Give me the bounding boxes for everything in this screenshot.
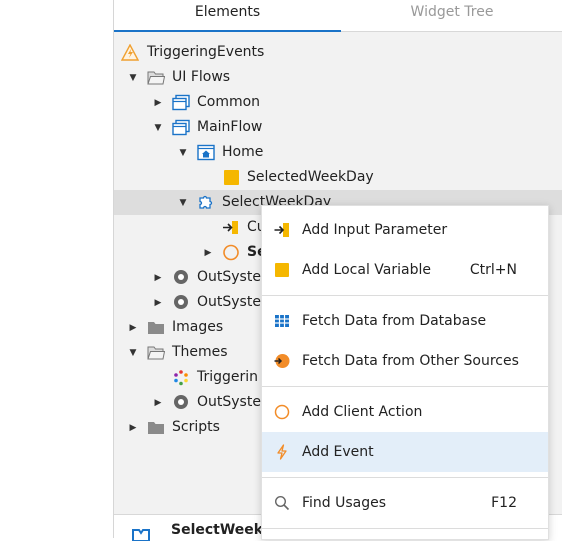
tree-label: TriggeringEvents [147,44,265,60]
menu-item-add-client-action[interactable]: Add Client Action [262,392,548,432]
tree-label: MainFlow [197,119,263,135]
warning-icon [121,44,139,61]
module-icon [174,295,188,309]
chevron-down-icon[interactable]: ▼ [126,340,140,365]
chevron-down-icon[interactable]: ▼ [176,140,190,165]
flow-icon [172,94,190,111]
tree-label: OutSyste [197,269,261,285]
client-action-icon [223,244,239,261]
block-icon [199,195,213,209]
chevron-down-icon[interactable]: ▼ [176,190,190,215]
left-gutter [0,0,113,538]
folder-icon [148,422,164,434]
chevron-down-icon[interactable]: ▼ [126,65,140,90]
folder-open-icon [147,71,165,85]
context-menu: Add Input Parameter Add Local Variable C… [261,205,549,540]
input-parameter-icon [274,223,289,237]
folder-icon [148,322,164,334]
menu-divider [262,386,548,387]
menu-item-add-local-variable[interactable]: Add Local Variable Ctrl+N [262,250,548,290]
tree-item-selected-weekday[interactable]: SelectedWeekDay [114,165,562,190]
local-variable-icon [275,263,289,277]
tree-label: OutSyste [197,294,261,310]
menu-label: Add Input Parameter [302,222,448,238]
menu-item-fetch-data-other[interactable]: Fetch Data from Other Sources [262,341,548,381]
tree-label: Triggerin [197,369,259,385]
local-variable-icon [224,170,239,185]
block-icon [132,529,150,541]
menu-divider [262,295,548,296]
chevron-right-icon[interactable]: ▶ [201,240,215,265]
screen-home-icon [197,144,215,161]
search-icon [274,495,290,511]
tree-label: Images [172,319,224,335]
chevron-right-icon[interactable]: ▶ [151,90,165,115]
database-table-icon [275,315,289,327]
tree-item-mainflow[interactable]: ▼ MainFlow [114,115,562,140]
menu-item-add-input-parameter[interactable]: Add Input Parameter [262,210,548,250]
tree-label: SelectedWeekDay [247,169,374,185]
tree-label: OutSyste [197,394,261,410]
client-action-icon [274,404,290,420]
chevron-right-icon[interactable]: ▶ [151,265,165,290]
chevron-right-icon[interactable]: ▶ [151,290,165,315]
tree-label: Home [222,144,264,160]
tree-item-ui-flows[interactable]: ▼ UI Flows [114,65,562,90]
chevron-down-icon[interactable]: ▼ [151,115,165,140]
menu-divider [262,477,548,478]
menu-shortcut: Ctrl+N [469,262,517,278]
tree-item-home[interactable]: ▼ Home [114,140,562,165]
properties-title: SelectWeekD [171,522,275,538]
tree-item-root[interactable]: TriggeringEvents [114,40,562,65]
chevron-right-icon[interactable]: ▶ [151,390,165,415]
lightning-icon [277,444,287,460]
menu-item-find-usages[interactable]: Find Usages F12 [262,483,548,523]
menu-label: Fetch Data from Other Sources [302,353,519,369]
input-parameter-icon [223,221,238,234]
menu-label: Find Usages [302,495,387,511]
menu-label: Add Client Action [302,404,423,420]
folder-open-icon [147,346,165,360]
menu-divider [262,528,548,529]
chevron-right-icon[interactable]: ▶ [126,415,140,440]
chevron-right-icon[interactable]: ▶ [126,315,140,340]
tree-label: Scripts [172,419,220,435]
tab-widget-tree[interactable]: Widget Tree [341,0,562,31]
theme-icon [174,370,188,386]
module-icon [174,395,188,409]
tree-label: UI Flows [172,69,231,85]
tree-label: Themes [172,344,228,360]
tree-item-common[interactable]: ▶ Common [114,90,562,115]
menu-item-add-event[interactable]: Add Event [262,432,548,472]
menu-shortcut: F12 [491,495,517,511]
menu-label: Add Event [302,444,374,460]
fetch-data-icon [274,354,290,368]
tab-elements[interactable]: Elements [114,0,341,32]
flow-icon [172,119,190,136]
menu-item-fetch-data-database[interactable]: Fetch Data from Database [262,301,548,341]
module-icon [174,270,188,284]
menu-label: Add Local Variable [302,262,431,278]
menu-label: Fetch Data from Database [302,313,487,329]
tree-label: Common [197,94,261,110]
panel-tabs: Elements Widget Tree [114,0,562,32]
